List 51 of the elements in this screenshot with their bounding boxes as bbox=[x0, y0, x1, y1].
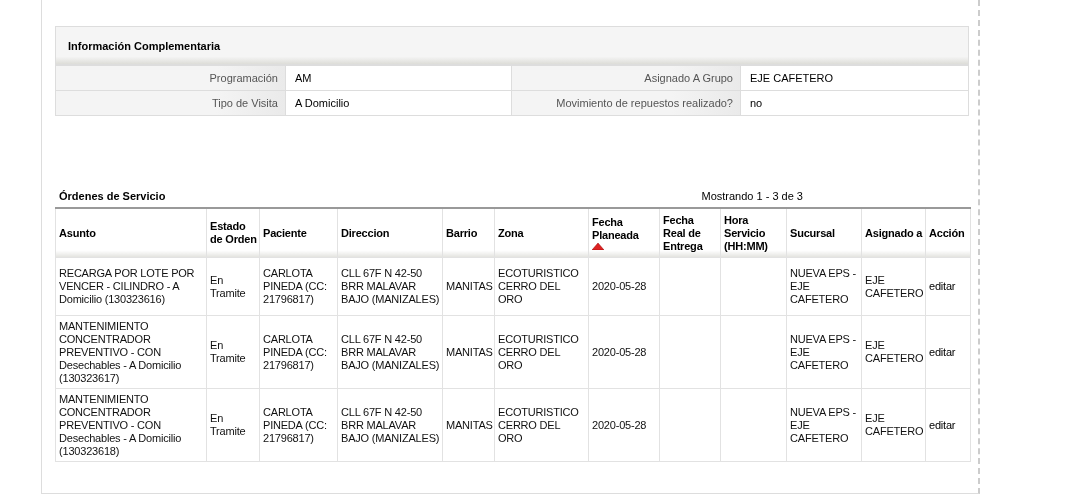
table-cell: MANITAS bbox=[442, 257, 495, 316]
column-header[interactable]: Asunto bbox=[55, 208, 207, 258]
column-header[interactable]: Estado de Orden bbox=[206, 208, 260, 258]
table-cell: EJE CAFETERO bbox=[861, 257, 926, 316]
table-cell: MANITAS bbox=[442, 388, 495, 462]
column-header[interactable]: Fecha Real de Entrega bbox=[659, 208, 721, 258]
table-cell: NUEVA EPS - EJE CAFETERO bbox=[786, 315, 862, 389]
table-cell: RECARGA POR LOTE POR VENCER - CILINDRO - A Domicilio (130323616) bbox=[55, 257, 207, 316]
table-cell: 2020-05-28 bbox=[588, 257, 660, 316]
table-cell: CLL 67F N 42-50 BRR MALAVAR BAJO (MANIZALES) bbox=[337, 388, 443, 462]
table-cell: MANITAS bbox=[442, 315, 495, 389]
table-cell: NUEVA EPS - EJE CAFETERO bbox=[786, 257, 862, 316]
column-header[interactable]: Fecha Planeada bbox=[588, 208, 660, 258]
table-cell: MANTENIMIENTO CONCENTRADOR PREVENTIVO - CON Desechables - A Domicilio (130323618) bbox=[55, 388, 207, 462]
column-header[interactable]: Sucursal bbox=[786, 208, 862, 258]
field-label: Programación bbox=[56, 66, 286, 90]
column-header[interactable]: Barrio bbox=[442, 208, 495, 258]
table-cell: EJE CAFETERO bbox=[861, 315, 926, 389]
table-cell: ECOTURISTICO CERRO DEL ORO bbox=[494, 257, 589, 316]
edit-link[interactable]: editar bbox=[929, 345, 956, 358]
table-cell: En Tramite bbox=[206, 315, 260, 389]
table-cell: CLL 67F N 42-50 BRR MALAVAR BAJO (MANIZALES) bbox=[337, 257, 443, 316]
field-label: Asignado A Grupo bbox=[512, 66, 741, 90]
section-title: Órdenes de Servicio bbox=[58, 190, 166, 202]
table-cell: EJE CAFETERO bbox=[861, 388, 926, 462]
pagination-info: Mostrando 1 - 3 de 3 bbox=[701, 190, 803, 202]
table-cell: En Tramite bbox=[206, 388, 260, 462]
field-label: Movimiento de repuestos realizado? bbox=[512, 91, 741, 115]
table-cell: En Tramite bbox=[206, 257, 260, 316]
column-header[interactable]: Zona bbox=[494, 208, 589, 258]
table-cell: CARLOTA PINEDA (CC: 21796817) bbox=[259, 257, 338, 316]
edit-link[interactable]: editar bbox=[929, 280, 956, 292]
table-cell: CARLOTA PINEDA (CC: 21796817) bbox=[259, 388, 338, 462]
table-cell bbox=[659, 257, 721, 316]
table-cell: 2020-05-28 bbox=[588, 388, 660, 462]
table-cell: MANTENIMIENTO CONCENTRADOR PREVENTIVO - CON Desechables - A Domicilio (130323617) bbox=[55, 315, 207, 389]
column-header[interactable]: Paciente bbox=[259, 208, 338, 258]
edit-link[interactable]: editar bbox=[929, 418, 956, 431]
column-header[interactable]: Acción bbox=[925, 208, 971, 258]
table-cell bbox=[720, 257, 787, 316]
column-header[interactable]: Asignado a bbox=[861, 208, 926, 258]
panel-title: Información Complementaria bbox=[56, 27, 968, 65]
table-cell: ECOTURISTICO CERRO DEL ORO bbox=[494, 315, 589, 389]
table-cell: ECOTURISTICO CERRO DEL ORO bbox=[494, 388, 589, 462]
column-header[interactable]: Direccion bbox=[337, 208, 443, 258]
table-cell: 2020-05-28 bbox=[588, 315, 660, 389]
table-cell: NUEVA EPS - EJE CAFETERO bbox=[786, 388, 862, 462]
column-header[interactable]: Hora Servicio (HH:MM) bbox=[720, 208, 787, 258]
table-cell: CARLOTA PINEDA (CC: 21796817) bbox=[259, 315, 338, 389]
table-cell: CLL 67F N 42-50 BRR MALAVAR BAJO (MANIZALES) bbox=[337, 315, 443, 389]
field-label: Tipo de Visita bbox=[56, 91, 286, 115]
